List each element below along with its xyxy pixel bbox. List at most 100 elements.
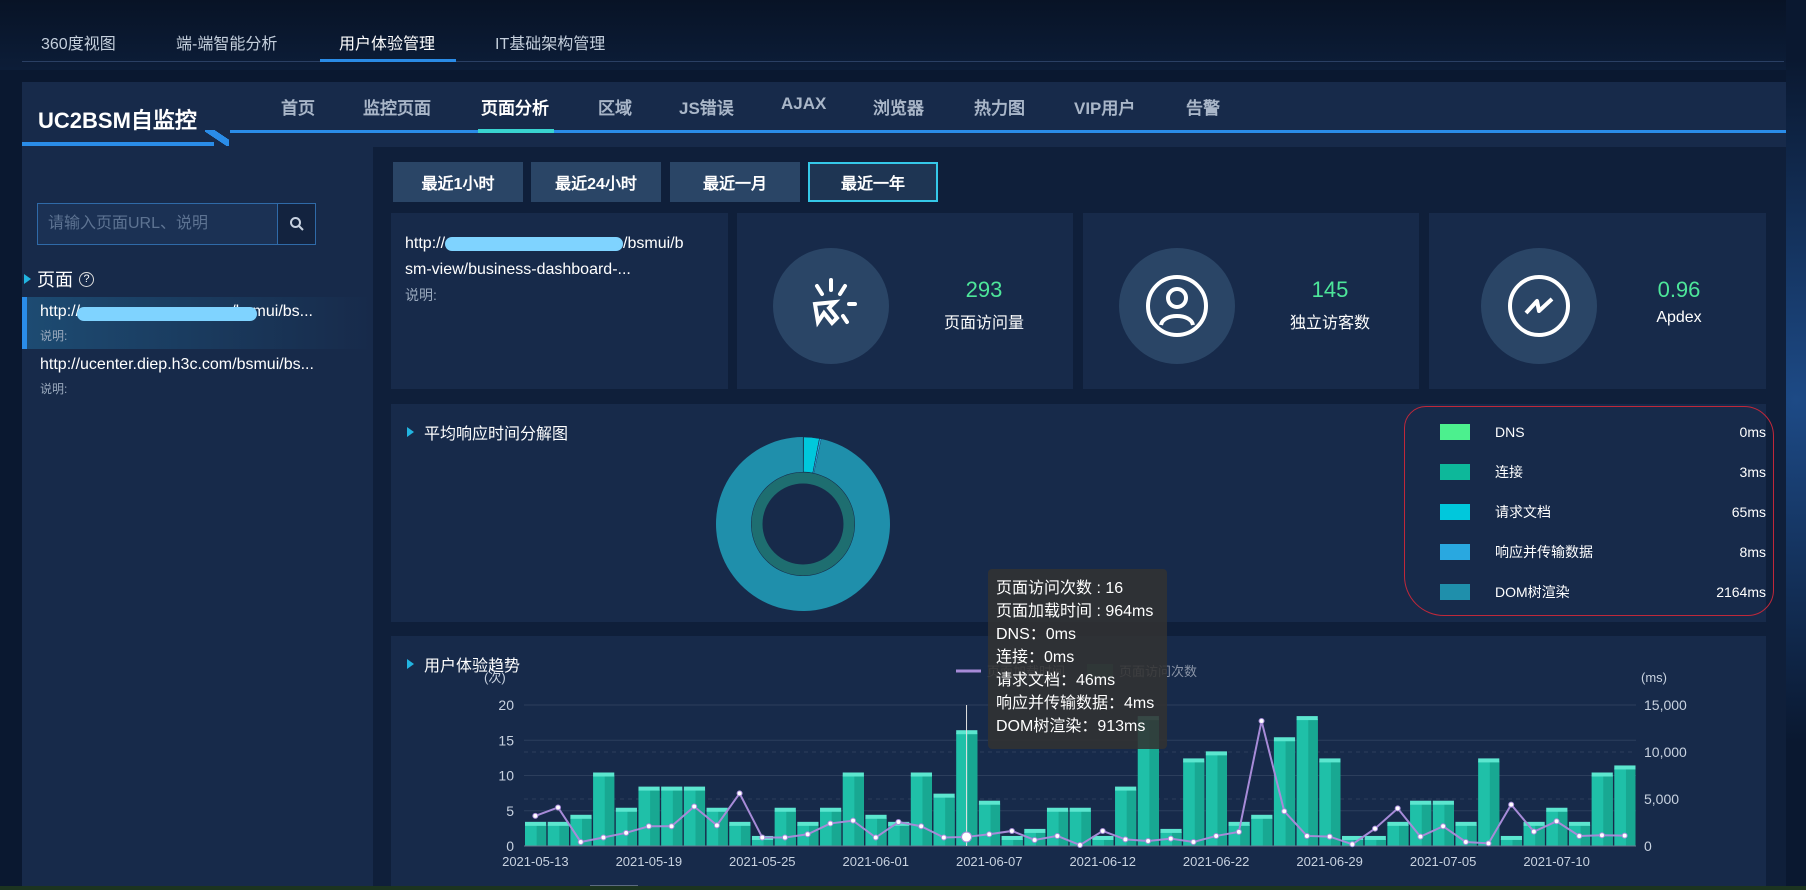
redaction-mark xyxy=(445,236,624,251)
load-time-point xyxy=(1031,836,1038,843)
x-tick-label: 2021-06-07 xyxy=(956,854,1023,869)
x-tick-label: 2021-06-12 xyxy=(1069,854,1136,869)
help-icon[interactable]: ? xyxy=(79,271,94,287)
load-time-point xyxy=(804,831,811,838)
load-time-point xyxy=(1281,808,1288,815)
bar-shade xyxy=(1194,761,1205,846)
bar-top xyxy=(820,807,842,812)
bar-shade xyxy=(559,824,569,846)
bar-shade xyxy=(1512,838,1523,846)
top-tab-user-experience[interactable]: 用户体验管理 xyxy=(339,30,435,54)
bar-top xyxy=(593,772,615,777)
y-right-tick-label: 0 xyxy=(1644,838,1652,854)
annotation-red-outline xyxy=(1404,406,1774,616)
bar-top xyxy=(1568,821,1591,826)
top-tab-it-infrastructure[interactable]: IT基础架构管理 xyxy=(495,30,605,54)
load-time-point xyxy=(781,834,788,841)
bar-shade xyxy=(854,775,864,846)
tab-active-indicator xyxy=(478,129,554,133)
tab-js-errors[interactable]: JS错误 xyxy=(679,94,734,119)
load-time-point xyxy=(1326,833,1333,840)
load-time-point xyxy=(713,822,720,829)
load-time-point xyxy=(1008,827,1015,834)
bar-top xyxy=(615,807,637,812)
tab-monitored-pages[interactable]: 监控页面 xyxy=(363,94,431,119)
load-time-point xyxy=(736,790,743,797)
apdex-value: 0.96 xyxy=(1657,277,1701,302)
bar-top xyxy=(1500,835,1523,840)
stat-card-apdex: 0.96 Apdex xyxy=(1429,213,1766,389)
tab-home[interactable]: 首页 xyxy=(281,94,315,119)
bar-shade xyxy=(1308,719,1318,846)
top-tab-active-indicator xyxy=(320,59,456,62)
bar-shade xyxy=(740,824,751,846)
unique-visitors-label: 独立访客数 xyxy=(1289,315,1370,332)
page-search-input[interactable] xyxy=(38,204,277,244)
tab-region[interactable]: 区域 xyxy=(598,94,632,119)
bar-top xyxy=(683,786,706,791)
tab-heatmap[interactable]: 热力图 xyxy=(974,94,1025,119)
bar-shade xyxy=(1421,803,1432,846)
load-time-point xyxy=(668,823,675,830)
range-24-hours-button[interactable]: 最近24小时 xyxy=(531,162,661,202)
load-time-point xyxy=(850,817,857,824)
tooltip-line: 连接：0ms xyxy=(996,649,1075,666)
tab-ajax[interactable]: AJAX xyxy=(781,94,826,114)
bar-shade xyxy=(650,789,660,846)
page-info-card: http:// /bsmui/b sm-view/business-dashboa… xyxy=(391,213,728,389)
x-tick-label: 2021-06-22 xyxy=(1183,854,1250,869)
bar-top xyxy=(1228,821,1250,826)
x-tick-label: 2021-05-13 xyxy=(502,854,569,869)
bar-shade xyxy=(536,824,547,846)
panel-title: 平均响应时间分解图 xyxy=(407,420,568,444)
tab-alerts[interactable]: 告警 xyxy=(1186,94,1220,119)
user-icon xyxy=(1146,275,1208,337)
response-breakdown-title: 平均响应时间分解图 xyxy=(424,426,569,443)
bar-shade xyxy=(1126,789,1137,846)
top-tab-360-view[interactable]: 360度视图 xyxy=(41,30,116,54)
load-time-point xyxy=(1099,827,1106,834)
tab-vip-users[interactable]: VIP用户 xyxy=(1074,94,1135,119)
bar-shade xyxy=(1285,740,1296,846)
x-tick-label: 2021-07-10 xyxy=(1523,854,1590,869)
page-url-start: http:// xyxy=(405,235,446,252)
pages-section-title: 页面 ? xyxy=(24,266,94,292)
bar-top xyxy=(525,821,547,826)
tab-page-analysis[interactable]: 页面分析 xyxy=(481,94,549,119)
bar-shade xyxy=(1262,817,1273,846)
y-right-tick-label: 15,000 xyxy=(1644,697,1687,713)
tab-browser[interactable]: 浏览器 xyxy=(873,94,924,119)
bar-top xyxy=(1591,772,1613,777)
range-1-hour-button[interactable]: 最近1小时 xyxy=(393,162,523,202)
bar-top xyxy=(1455,821,1477,826)
bar-top xyxy=(1296,716,1318,721)
y-left-tick-label: 15 xyxy=(498,732,514,748)
bar-top xyxy=(1478,758,1500,763)
load-time-point xyxy=(1485,840,1492,847)
page-list-item[interactable]: http://ucenter.diep.h3c.com/bsmui/bs... … xyxy=(22,350,373,402)
bar-shade xyxy=(1104,838,1114,846)
load-time-point xyxy=(1576,832,1583,839)
load-time-point xyxy=(1462,838,1469,845)
load-time-point xyxy=(872,834,879,841)
stat-icon-circle xyxy=(1119,248,1235,364)
range-1-month-button[interactable]: 最近一月 xyxy=(670,162,800,202)
tooltip-line: 页面访问次数 : 16 xyxy=(996,580,1124,597)
bar-top xyxy=(638,786,660,791)
background-starfield xyxy=(1786,0,1806,890)
search-button[interactable] xyxy=(277,204,315,244)
bar-top xyxy=(774,807,796,812)
top-tab-e2e-analysis[interactable]: 端-端智能分析 xyxy=(176,30,277,54)
load-time-point xyxy=(940,834,947,841)
range-1-year-button[interactable]: 最近一年 xyxy=(808,162,938,202)
page-list-item[interactable]: http://...........................:ooo/b… xyxy=(22,297,373,349)
bar-top xyxy=(865,814,887,819)
page-desc: 说明: xyxy=(405,287,437,303)
header-underline xyxy=(230,130,1786,133)
bar-shade xyxy=(1399,824,1409,846)
bar-shade xyxy=(1444,803,1454,846)
load-time-point xyxy=(577,838,584,845)
y-left-unit: (次) xyxy=(484,670,506,685)
bar-top xyxy=(842,772,864,777)
unique-visitors-value: 145 xyxy=(1311,277,1349,302)
